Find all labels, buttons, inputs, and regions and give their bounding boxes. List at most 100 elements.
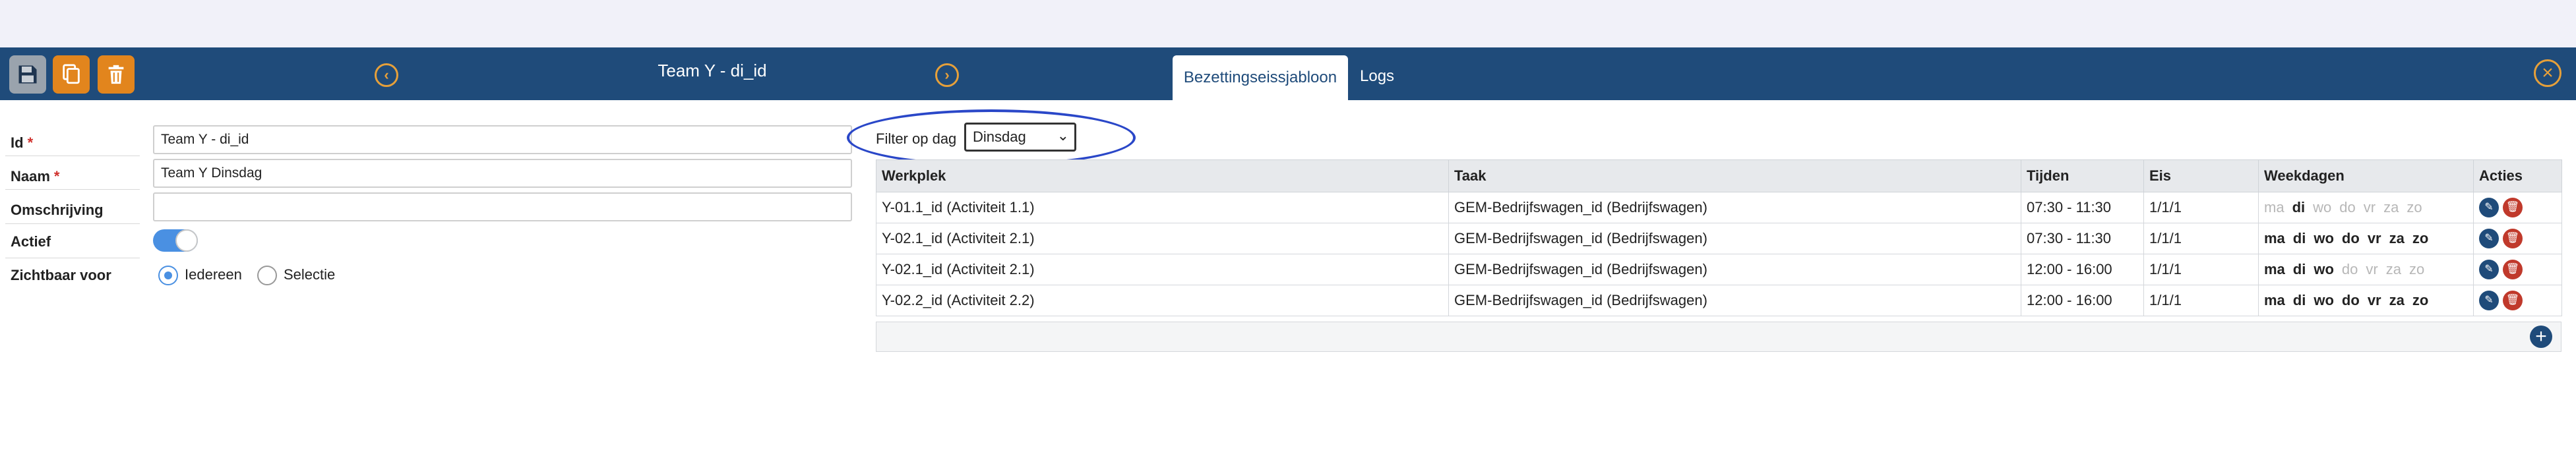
weekday-di: di — [2292, 230, 2306, 246]
cell-werkplek: Y-01.1_id (Activiteit 1.1) — [876, 192, 1449, 223]
cell-tijden: 07:30 - 11:30 — [2021, 192, 2144, 223]
trash-icon[interactable]: 🗑 — [2503, 198, 2523, 217]
delete-button[interactable] — [98, 55, 135, 94]
omschrijving-label: Omschrijving — [11, 202, 104, 218]
weekday-do: do — [2339, 199, 2356, 215]
weekday-wo: wo — [2314, 261, 2334, 277]
cell-acties: ✎ 🗑 — [2473, 223, 2562, 254]
copy-button[interactable] — [53, 55, 90, 94]
cell-werkplek: Y-02.2_id (Activiteit 2.2) — [876, 285, 1449, 316]
radio-selectie[interactable] — [257, 266, 277, 285]
schedule-table: Werkplek Taak Tijden Eis Weekdagen Actie… — [876, 159, 2562, 316]
weekday-di: di — [2292, 261, 2306, 277]
table-header-row: Werkplek Taak Tijden Eis Weekdagen Actie… — [876, 159, 2562, 192]
trash-icon[interactable]: 🗑 — [2503, 260, 2523, 279]
weekday-do: do — [2341, 230, 2360, 246]
cell-eis: 1/1/1 — [2143, 192, 2259, 223]
cell-acties: ✎ 🗑 — [2473, 254, 2562, 285]
record-title: Team Y - di_id — [658, 61, 767, 80]
col-weekdagen[interactable]: Weekdagen — [2258, 159, 2474, 192]
weekday-za: za — [2389, 292, 2405, 308]
col-werkplek[interactable]: Werkplek — [876, 159, 1449, 192]
cell-weekdagen: ma di wo do vr za zo — [2258, 285, 2474, 316]
weekday-wo: wo — [2314, 230, 2334, 246]
divider — [5, 223, 140, 224]
close-icon[interactable]: × — [2534, 59, 2561, 87]
cell-taak: GEM-Bedrijfswagen_id (Bedrijfswagen) — [1448, 254, 2021, 285]
weekday-di: di — [2292, 292, 2306, 308]
table-row[interactable]: Y-02.2_id (Activiteit 2.2) GEM-Bedrijfswa… — [876, 285, 2562, 316]
trash-icon[interactable]: 🗑 — [2503, 291, 2523, 310]
col-tijden[interactable]: Tijden — [2021, 159, 2144, 192]
weekday-ma: ma — [2264, 230, 2285, 246]
chevron-right-icon[interactable]: › — [935, 63, 959, 87]
save-button[interactable] — [9, 55, 46, 94]
omschrijving-field[interactable] — [153, 192, 852, 221]
radio-selectie-label: Selectie — [284, 266, 336, 283]
naam-field[interactable] — [153, 159, 852, 188]
cell-weekdagen: ma di wo do vr za zo — [2258, 254, 2474, 285]
edit-icon[interactable]: ✎ — [2479, 198, 2499, 217]
weekday-vr: vr — [2363, 199, 2376, 215]
table-row[interactable]: Y-02.1_id (Activiteit 2.1) GEM-Bedrijfswa… — [876, 254, 2562, 285]
cell-acties: ✎ 🗑 — [2473, 192, 2562, 223]
naam-label: Naam * — [11, 168, 60, 185]
weekday-ma: ma — [2264, 292, 2285, 308]
chevron-left-icon[interactable]: ‹ — [375, 63, 398, 87]
weekday-do: do — [2341, 261, 2358, 277]
copy-icon — [63, 64, 80, 84]
tab-logs[interactable]: Logs — [1360, 67, 1394, 86]
weekday-zo: zo — [2412, 230, 2429, 246]
col-acties: Acties — [2473, 159, 2562, 192]
cell-taak: GEM-Bedrijfswagen_id (Bedrijfswagen) — [1448, 223, 2021, 254]
weekday-di: di — [2292, 199, 2306, 215]
cell-taak: GEM-Bedrijfswagen_id (Bedrijfswagen) — [1448, 192, 2021, 223]
cell-werkplek: Y-02.1_id (Activiteit 2.1) — [876, 254, 1449, 285]
trash-icon[interactable]: 🗑 — [2503, 229, 2523, 248]
cell-tijden: 12:00 - 16:00 — [2021, 285, 2144, 316]
cell-tijden: 12:00 - 16:00 — [2021, 254, 2144, 285]
col-taak[interactable]: Taak — [1448, 159, 2021, 192]
edit-icon[interactable]: ✎ — [2479, 229, 2499, 248]
highlight-annotation — [847, 109, 1136, 166]
weekday-wo: wo — [2313, 199, 2332, 215]
radio-iedereen[interactable] — [158, 266, 178, 285]
cell-werkplek: Y-02.1_id (Activiteit 2.1) — [876, 223, 1449, 254]
cell-acties: ✎ 🗑 — [2473, 285, 2562, 316]
table-row[interactable]: Y-01.1_id (Activiteit 1.1) GEM-Bedrijfswa… — [876, 192, 2562, 223]
tab-bezettingseissjabloon[interactable]: Bezettingseissjabloon — [1173, 55, 1348, 100]
toggle-knob — [175, 229, 198, 252]
weekday-ma: ma — [2264, 261, 2285, 277]
weekday-zo: zo — [2408, 261, 2425, 277]
col-eis[interactable]: Eis — [2143, 159, 2259, 192]
weekday-vr: vr — [2367, 292, 2381, 308]
weekday-za: za — [2383, 199, 2399, 215]
id-field[interactable] — [153, 125, 852, 154]
id-label: Id * — [11, 134, 34, 151]
actief-toggle[interactable] — [153, 229, 198, 252]
table-row[interactable]: Y-02.1_id (Activiteit 2.1) GEM-Bedrijfswa… — [876, 223, 2562, 254]
add-row-button[interactable]: + — [2530, 326, 2552, 348]
weekday-ma: ma — [2264, 199, 2285, 215]
table-footer — [876, 322, 2561, 352]
weekday-wo: wo — [2314, 292, 2334, 308]
weekday-za: za — [2385, 261, 2401, 277]
weekday-vr: vr — [2366, 261, 2378, 277]
cell-eis: 1/1/1 — [2143, 223, 2259, 254]
cell-eis: 1/1/1 — [2143, 285, 2259, 316]
cell-taak: GEM-Bedrijfswagen_id (Bedrijfswagen) — [1448, 285, 2021, 316]
trash-icon — [108, 65, 124, 84]
cell-tijden: 07:30 - 11:30 — [2021, 223, 2144, 254]
actief-label: Actief — [11, 233, 51, 250]
weekday-zo: zo — [2407, 199, 2422, 215]
weekday-za: za — [2389, 230, 2405, 246]
top-band — [0, 0, 2576, 47]
edit-icon[interactable]: ✎ — [2479, 260, 2499, 279]
zichtbaar-label: Zichtbaar voor — [11, 267, 111, 283]
weekday-do: do — [2341, 292, 2360, 308]
naam-row: Naam * — [0, 159, 857, 193]
edit-icon[interactable]: ✎ — [2479, 291, 2499, 310]
divider — [5, 189, 140, 190]
id-row: Id * — [0, 125, 857, 159]
weekday-zo: zo — [2412, 292, 2429, 308]
